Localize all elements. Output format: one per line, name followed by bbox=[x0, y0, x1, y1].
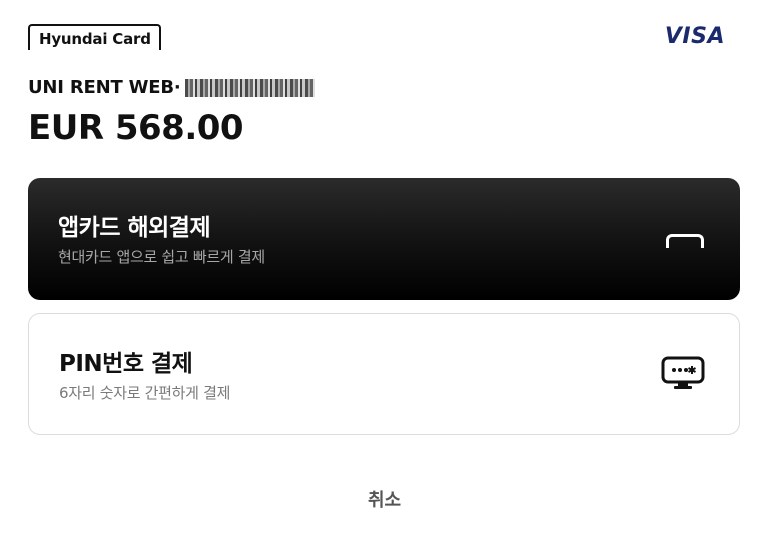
option-subtitle: 6자리 숫자로 간편하게 결제 bbox=[59, 384, 231, 402]
pin-monitor-icon bbox=[661, 356, 705, 389]
option-title: PIN번호 결제 bbox=[59, 351, 193, 377]
pin-payment-button[interactable]: PIN번호 결제 6자리 숫자로 간편하게 결제 bbox=[28, 313, 740, 435]
merchant-name: UNI RENT WEB· bbox=[28, 77, 181, 98]
option-subtitle: 현대카드 앱으로 쉽고 빠르게 결제 bbox=[58, 248, 265, 266]
payment-auth-page: Hyundai Card VISA UNI RENT WEB· EUR 568.… bbox=[0, 0, 769, 560]
app-card-payment-button[interactable]: 앱카드 해외결제 현대카드 앱으로 쉽고 빠르게 결제 bbox=[28, 178, 740, 300]
merchant-row: UNI RENT WEB· bbox=[28, 77, 315, 98]
cancel-button[interactable]: 취소 bbox=[0, 486, 769, 512]
phone-card-icon bbox=[666, 234, 704, 248]
visa-logo: VISA bbox=[664, 24, 725, 49]
option-title: 앱카드 해외결제 bbox=[58, 215, 211, 241]
hyundai-card-logo: Hyundai Card bbox=[28, 24, 161, 50]
merchant-masked-id bbox=[184, 78, 315, 97]
payment-amount: EUR 568.00 bbox=[28, 108, 244, 148]
